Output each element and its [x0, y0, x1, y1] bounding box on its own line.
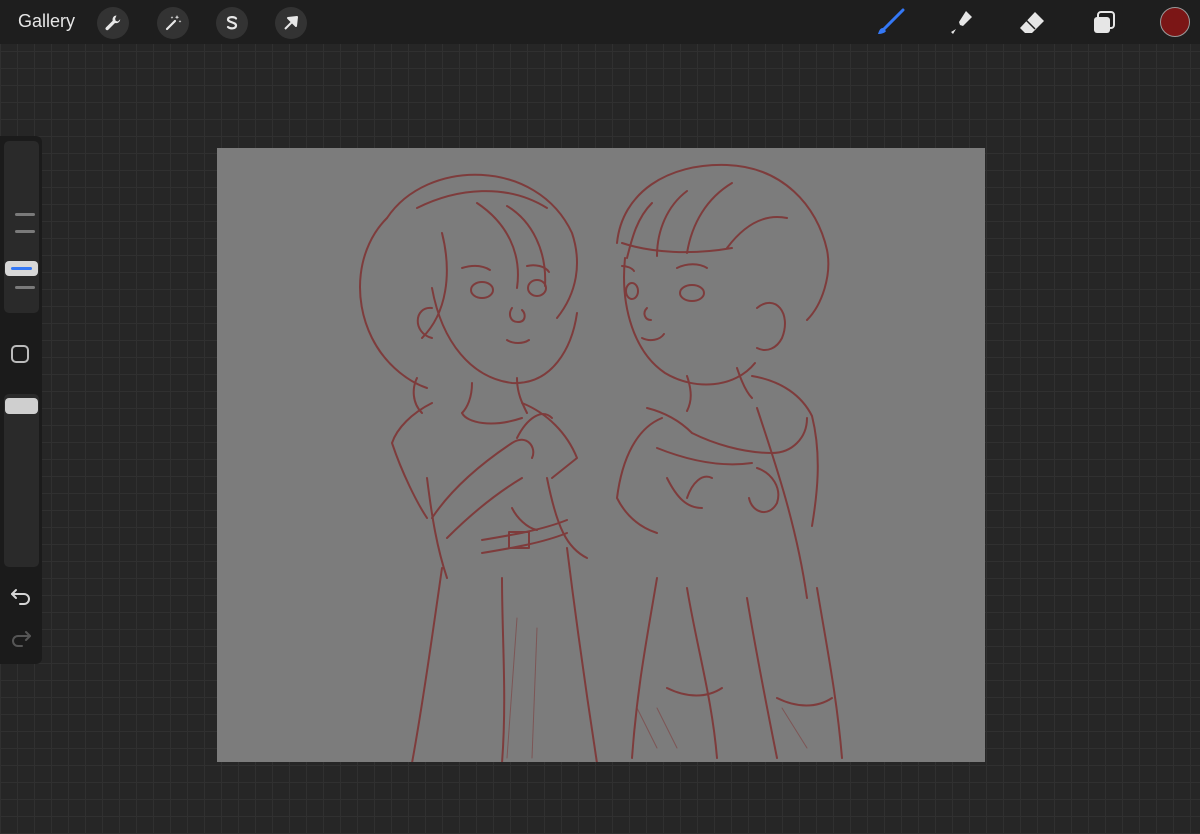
color-picker-button[interactable] [1160, 7, 1190, 37]
right-character-sketch [616, 163, 843, 759]
transform-arrow-icon [284, 16, 298, 30]
opacity-thumb[interactable] [5, 398, 38, 414]
brush-tool-button[interactable] [873, 6, 907, 40]
size-tick [15, 286, 35, 289]
top-toolbar: Gallery [0, 0, 1200, 44]
wrench-icon [105, 15, 121, 31]
magic-wand-icon [165, 15, 182, 31]
smudge-tool-button[interactable] [944, 6, 978, 40]
redo-icon[interactable] [10, 626, 32, 648]
gallery-button[interactable]: Gallery [18, 11, 75, 32]
brush-size-slider[interactable] [4, 141, 39, 313]
brush-icon [878, 8, 905, 34]
drawing-canvas[interactable] [217, 148, 985, 762]
eraser-icon [1020, 12, 1044, 33]
smudge-icon [951, 11, 972, 34]
brush-size-thumb[interactable] [5, 261, 38, 276]
left-sidebar [0, 136, 42, 664]
opacity-slider[interactable] [4, 394, 39, 567]
eraser-tool-button[interactable] [1015, 6, 1049, 40]
layers-icon [1094, 11, 1115, 33]
size-tick [15, 213, 35, 216]
selection-button[interactable] [216, 7, 248, 39]
modify-button[interactable] [11, 345, 29, 363]
left-character-sketch [359, 173, 598, 762]
undo-icon[interactable] [10, 584, 32, 606]
actions-button[interactable] [97, 7, 129, 39]
sketch-artwork [359, 163, 843, 762]
transform-button[interactable] [275, 7, 307, 39]
size-thumb-indicator [11, 267, 32, 270]
size-tick [15, 230, 35, 233]
layers-button[interactable] [1087, 6, 1121, 40]
adjustments-button[interactable] [157, 7, 189, 39]
selection-s-icon [226, 16, 238, 30]
